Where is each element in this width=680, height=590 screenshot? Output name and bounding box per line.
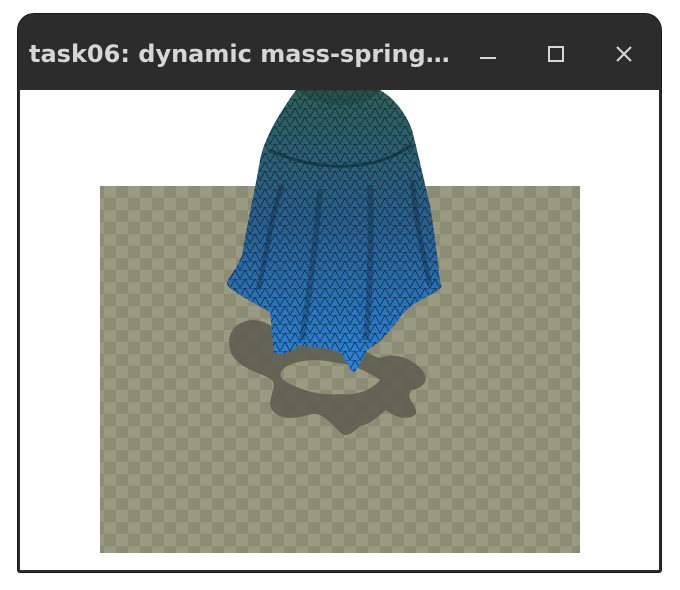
close-icon [616, 46, 632, 62]
scene-canvas[interactable] [20, 90, 659, 570]
close-button[interactable] [604, 34, 644, 74]
title-bar[interactable]: task06: dynamic mass-spring… [18, 14, 661, 90]
application-window: task06: dynamic mass-spring… [18, 14, 661, 572]
window-title: task06: dynamic mass-spring… [29, 40, 450, 68]
maximize-icon [548, 46, 564, 62]
maximize-button[interactable] [536, 34, 576, 74]
minimize-button[interactable] [468, 34, 508, 74]
render-viewport[interactable] [20, 90, 659, 570]
minimize-icon [480, 57, 496, 59]
